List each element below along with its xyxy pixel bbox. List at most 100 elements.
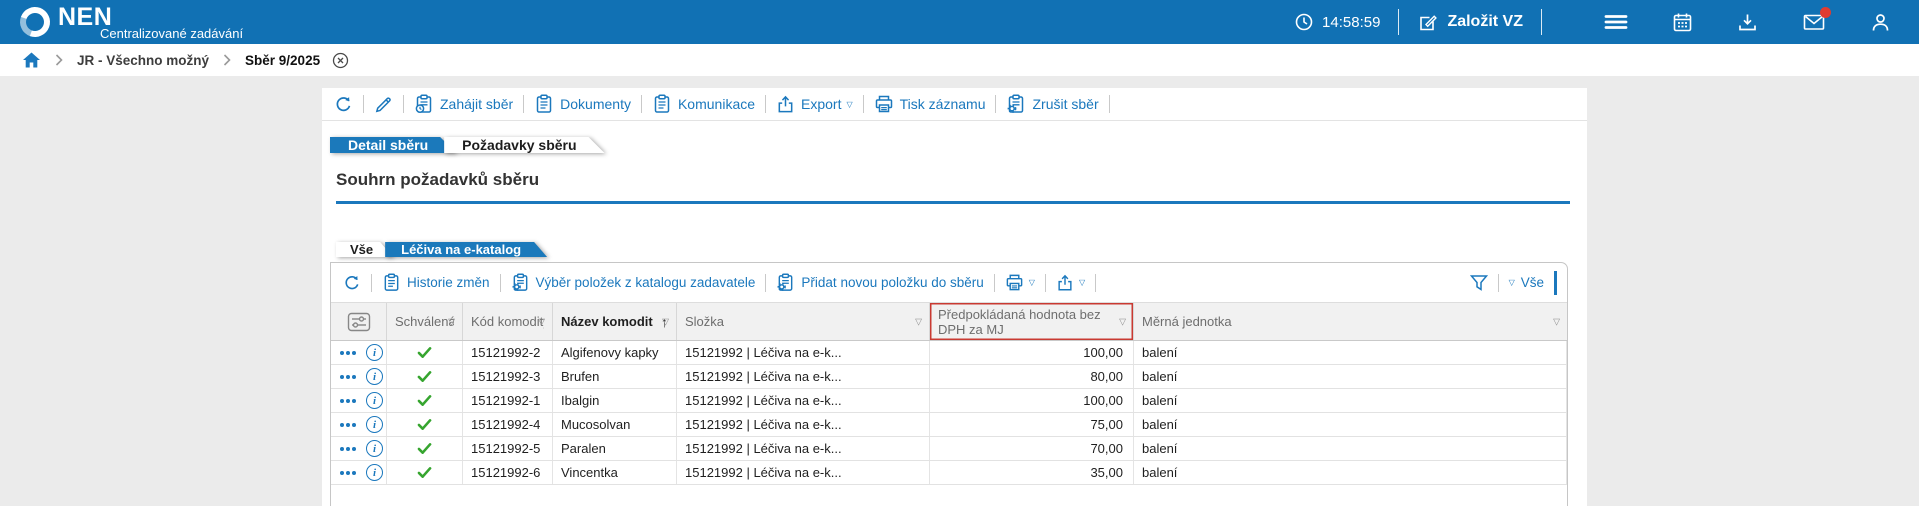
row-actions-icon[interactable] (340, 399, 358, 403)
messages-button[interactable] (1802, 12, 1826, 32)
row-actions-icon[interactable] (340, 471, 358, 475)
add-item-button[interactable]: Přidat novou položku do sběru (776, 273, 983, 292)
home-icon[interactable] (22, 51, 41, 69)
communication-button[interactable]: Komunikace (652, 94, 755, 114)
user-button[interactable] (1870, 12, 1891, 33)
cancel-collection-button[interactable]: Zrušit sběr (1006, 94, 1098, 114)
check-icon (417, 370, 432, 383)
breadcrumb-item-sber[interactable]: Sběr 9/2025 (245, 53, 320, 68)
commodity-name-cell: Vincentka (553, 461, 677, 484)
check-icon (417, 394, 432, 407)
documents-button[interactable]: Dokumenty (534, 94, 631, 114)
filter-button[interactable] (1470, 274, 1488, 292)
clipboard-icon (652, 94, 672, 114)
export-icon (776, 95, 795, 114)
column-header-schvalena[interactable]: Schválená ▽ (387, 303, 463, 340)
calendar-icon (1672, 12, 1693, 33)
export-icon (1056, 274, 1074, 292)
commodity-code-cell: 15121992-6 (463, 461, 553, 484)
commodity-name-cell: Paralen (553, 437, 677, 460)
info-icon[interactable]: i (366, 344, 383, 361)
menu-button[interactable] (1604, 12, 1628, 32)
table-row[interactable]: i 15121992-2 Algifenovy kapky 15121992 |… (331, 341, 1567, 365)
column-header-merna[interactable]: Měrná jednotka ▽ (1134, 303, 1567, 340)
tab-pozadavky-sberu[interactable]: Požadavky sběru (444, 137, 604, 153)
subtab-leciva[interactable]: Léčiva na e-katalog (385, 242, 547, 257)
row-actions-icon[interactable] (340, 423, 358, 427)
table-row[interactable]: i 15121992-5 Paralen 15121992 | Léčiva n… (331, 437, 1567, 461)
clipboard-icon (534, 94, 554, 114)
history-button[interactable]: Historie změn (382, 273, 490, 292)
filter-icon[interactable]: ▽ (662, 316, 669, 327)
table-row[interactable]: i 15121992-6 Vincentka 15121992 | Léčiva… (331, 461, 1567, 485)
row-actions-icon[interactable] (340, 351, 358, 355)
info-icon[interactable]: i (366, 392, 383, 409)
clipboard-clock-icon (414, 94, 434, 114)
clipboard-gear-icon (511, 273, 530, 292)
check-icon (417, 466, 432, 479)
calendar-button[interactable] (1672, 12, 1693, 33)
requests-grid: Historie změn Výběr položek z katalogu z… (330, 262, 1568, 506)
unit-cell: balení (1134, 437, 1567, 460)
check-icon (417, 442, 432, 455)
export-button[interactable]: Export ▽ (776, 95, 853, 114)
filter-icon[interactable]: ▽ (1553, 316, 1560, 327)
breadcrumb-item-jr[interactable]: JR - Všechno možný (77, 53, 209, 68)
download-button[interactable] (1737, 12, 1758, 33)
filter-icon[interactable]: ▽ (448, 316, 455, 327)
start-collection-button[interactable]: Zahájit sběr (414, 94, 513, 114)
download-icon (1737, 12, 1758, 33)
hamburger-icon (1604, 12, 1628, 32)
approved-cell (387, 413, 463, 436)
grid-body: i 15121992-2 Algifenovy kapky 15121992 |… (331, 341, 1567, 485)
nen-logo-icon (15, 2, 55, 42)
nen-logo[interactable]: NEN Centralizované zadávání (0, 0, 250, 44)
app-header: NEN Centralizované zadávání 14:58:59 Zal… (0, 0, 1919, 44)
grid-subtabs: Vše Léčiva na e-katalog (336, 238, 547, 262)
grid-refresh-button[interactable] (343, 274, 361, 292)
column-header-kod[interactable]: Kód komodity ▽ (463, 303, 553, 340)
info-icon[interactable]: i (366, 440, 383, 457)
approved-cell (387, 365, 463, 388)
dropdown-arrow-icon: ▽ (1509, 278, 1515, 287)
approved-cell (387, 461, 463, 484)
tab-detail-sberu[interactable]: Detail sběru (330, 137, 456, 153)
estimated-value-cell: 100,00 (930, 341, 1134, 364)
filter-icon[interactable]: ▽ (1119, 316, 1126, 327)
table-row[interactable]: i 15121992-1 Ibalgin 15121992 | Léčiva n… (331, 389, 1567, 413)
app-subtitle: Centralizované zadávání (100, 26, 243, 41)
content-panel: Zahájit sběr Dokumenty Komun (322, 88, 1587, 506)
refresh-button[interactable] (334, 95, 353, 114)
select-from-catalog-button[interactable]: Výběr položek z katalogu zadavatele (511, 273, 756, 292)
column-header-slozka[interactable]: Složka ▽ (677, 303, 930, 340)
table-row[interactable]: i 15121992-4 Mucosolvan 15121992 | Léčiv… (331, 413, 1567, 437)
table-row[interactable]: i 15121992-3 Brufen 15121992 | Léčiva na… (331, 365, 1567, 389)
notification-dot (1820, 7, 1831, 18)
filter-preset-dropdown[interactable]: ▽ Vše (1509, 275, 1544, 290)
info-icon[interactable]: i (366, 464, 383, 481)
estimated-value-cell: 70,00 (930, 437, 1134, 460)
row-actions-icon[interactable] (340, 447, 358, 451)
row-actions-icon[interactable] (340, 375, 358, 379)
print-record-button[interactable]: Tisk záznamu (874, 94, 986, 114)
grid-export-button[interactable]: ▽ (1056, 274, 1085, 292)
column-chooser-button[interactable] (331, 303, 387, 340)
grid-toolbar: Historie změn Výběr položek z katalogu z… (331, 263, 1567, 303)
close-tab-icon[interactable] (332, 52, 349, 69)
folder-cell: 15121992 | Léčiva na e-k... (677, 413, 930, 436)
scrollbar-thumb[interactable] (1554, 271, 1557, 295)
unit-cell: balení (1134, 413, 1567, 436)
grid-print-button[interactable]: ▽ (1005, 273, 1035, 292)
info-icon[interactable]: i (366, 416, 383, 433)
dropdown-arrow-icon: ▽ (846, 100, 852, 109)
chevron-right-icon (55, 54, 63, 66)
folder-cell: 15121992 | Léčiva na e-k... (677, 389, 930, 412)
record-tabs: Detail sběru Požadavky sběru (330, 130, 605, 160)
edit-button[interactable] (374, 95, 393, 114)
create-vz-button[interactable]: Založit VZ (1417, 12, 1523, 33)
filter-icon[interactable]: ▽ (915, 316, 922, 327)
filter-icon[interactable]: ▽ (538, 316, 545, 327)
column-header-hodnota-highlighted[interactable]: Předpokládaná hodnota bez DPH za MJ ▽ (930, 303, 1134, 340)
column-header-nazev[interactable]: Název komodity ↑ ▽ (553, 303, 677, 340)
info-icon[interactable]: i (366, 368, 383, 385)
